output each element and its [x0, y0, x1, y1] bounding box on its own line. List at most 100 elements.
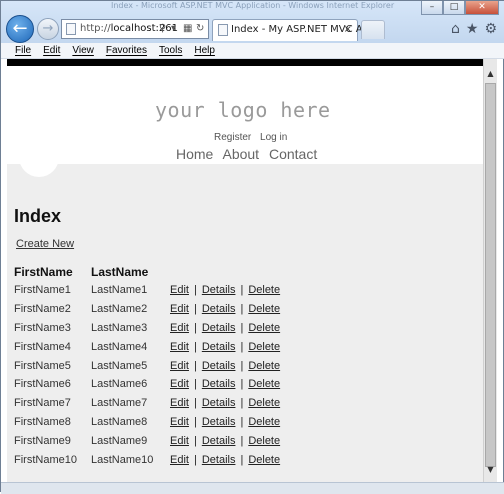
delete-link[interactable]: Delete	[248, 397, 280, 409]
home-icon[interactable]: ⌂	[451, 21, 460, 37]
delete-link[interactable]: Delete	[248, 435, 280, 447]
login-links: Register Log in	[214, 132, 293, 143]
cell-actions: Edit | Details | Delete	[170, 337, 280, 356]
column-header-lastname: LastName	[91, 264, 149, 279]
menu-tools[interactable]: Tools	[159, 43, 182, 58]
top-strip	[7, 59, 483, 66]
cell-firstname: FirstName5	[14, 359, 71, 372]
action-separator: |	[240, 303, 244, 316]
edit-link[interactable]: Edit	[170, 341, 189, 353]
delete-link[interactable]: Delete	[248, 378, 280, 390]
forward-button[interactable]: →	[37, 18, 59, 40]
forward-arrow-icon: →	[42, 21, 54, 36]
cell-actions: Edit | Details | Delete	[170, 450, 280, 469]
menu-edit[interactable]: Edit	[43, 43, 60, 58]
action-separator: |	[240, 340, 244, 353]
delete-link[interactable]: Delete	[248, 284, 280, 296]
delete-link[interactable]: Delete	[248, 416, 280, 428]
cell-firstname: FirstName10	[14, 453, 77, 466]
cell-firstname: FirstName6	[14, 378, 71, 391]
refresh-icon[interactable]: ↻	[196, 20, 204, 38]
site-logo[interactable]: your logo here	[155, 98, 331, 122]
details-link[interactable]: Details	[202, 397, 236, 409]
edit-link[interactable]: Edit	[170, 416, 189, 428]
table-row: FirstName10 LastName10 Edit | Details | Delete	[14, 450, 280, 469]
scrollbar-thumb[interactable]	[485, 83, 496, 467]
vertical-scrollbar[interactable]: ▲ ▼	[483, 59, 497, 482]
cell-lastname: LastName9	[91, 434, 148, 447]
details-link[interactable]: Details	[202, 454, 236, 466]
edit-link[interactable]: Edit	[170, 322, 189, 334]
nav-contact[interactable]: Contact	[269, 146, 317, 162]
details-link[interactable]: Details	[202, 360, 236, 372]
edit-link[interactable]: Edit	[170, 360, 189, 372]
nav-home[interactable]: Home	[176, 146, 213, 162]
details-link[interactable]: Details	[202, 322, 236, 334]
details-link[interactable]: Details	[202, 416, 236, 428]
cell-actions: Edit | Details | Delete	[170, 281, 280, 300]
title-bar: Index - Microsoft ASP.NET MVC Applicatio…	[1, 1, 504, 44]
window-caption: Index - Microsoft ASP.NET MVC Applicatio…	[111, 1, 395, 10]
action-separator: |	[193, 378, 197, 391]
login-link[interactable]: Log in	[260, 132, 287, 143]
menu-file[interactable]: File	[15, 43, 31, 58]
column-header-firstname: FirstName	[14, 264, 73, 279]
back-button[interactable]: ←	[6, 15, 34, 43]
edit-link[interactable]: Edit	[170, 378, 189, 390]
cell-lastname: LastName4	[91, 340, 148, 353]
delete-link[interactable]: Delete	[248, 454, 280, 466]
cell-firstname: FirstName1	[14, 284, 71, 297]
search-icon[interactable]: ⚲	[159, 20, 166, 38]
delete-link[interactable]: Delete	[248, 303, 280, 315]
main-nav: Home About Contact	[176, 146, 323, 162]
action-separator: |	[240, 453, 244, 466]
menu-favorites[interactable]: Favorites	[106, 43, 147, 58]
delete-link[interactable]: Delete	[248, 341, 280, 353]
register-link[interactable]: Register	[214, 132, 251, 143]
details-link[interactable]: Details	[202, 341, 236, 353]
action-separator: |	[193, 284, 197, 297]
minimize-button[interactable]: –	[421, 1, 443, 15]
cell-lastname: LastName6	[91, 378, 148, 391]
maximize-button[interactable]: □	[443, 1, 465, 15]
action-separator: |	[193, 453, 197, 466]
cell-firstname: FirstName8	[14, 415, 71, 428]
cell-firstname: FirstName3	[14, 321, 71, 334]
status-bar	[1, 482, 504, 494]
action-separator: |	[193, 359, 197, 372]
delete-link[interactable]: Delete	[248, 360, 280, 372]
edit-link[interactable]: Edit	[170, 303, 189, 315]
details-link[interactable]: Details	[202, 378, 236, 390]
details-link[interactable]: Details	[202, 435, 236, 447]
nav-about[interactable]: About	[222, 146, 259, 162]
table-header-row: FirstName LastName	[14, 262, 280, 281]
browser-window: Index - Microsoft ASP.NET MVC Applicatio…	[0, 0, 504, 494]
back-arrow-icon: ←	[12, 18, 28, 39]
address-bar[interactable]: http://localhost:261 ⚲ ▾ ▦ ↻	[61, 19, 209, 39]
star-icon[interactable]: ★	[466, 21, 479, 37]
compatibility-icon[interactable]: ▦	[183, 20, 192, 38]
new-tab-button[interactable]	[361, 20, 385, 39]
scroll-up-icon[interactable]: ▲	[484, 67, 497, 80]
cell-actions: Edit | Details | Delete	[170, 431, 280, 450]
cell-firstname: FirstName9	[14, 434, 71, 447]
table-row: FirstName7 LastName7 Edit | Details | Delete	[14, 394, 280, 413]
edit-link[interactable]: Edit	[170, 397, 189, 409]
details-link[interactable]: Details	[202, 303, 236, 315]
scroll-down-icon[interactable]: ▼	[484, 463, 497, 476]
edit-link[interactable]: Edit	[170, 454, 189, 466]
details-link[interactable]: Details	[202, 284, 236, 296]
close-tab-icon[interactable]: ×	[344, 20, 352, 40]
dropdown-icon[interactable]: ▾	[171, 20, 176, 38]
create-new-link[interactable]: Create New	[16, 238, 74, 250]
delete-link[interactable]: Delete	[248, 322, 280, 334]
close-window-button[interactable]: ✕	[465, 1, 499, 15]
page-icon	[66, 23, 76, 35]
tab-index[interactable]: Index - My ASP.NET MVC A... ×	[212, 19, 372, 41]
edit-link[interactable]: Edit	[170, 435, 189, 447]
menu-help[interactable]: Help	[194, 43, 215, 58]
gear-icon[interactable]: ⚙	[484, 21, 497, 37]
menu-view[interactable]: View	[72, 43, 94, 58]
page-title: Index	[14, 206, 62, 226]
edit-link[interactable]: Edit	[170, 284, 189, 296]
